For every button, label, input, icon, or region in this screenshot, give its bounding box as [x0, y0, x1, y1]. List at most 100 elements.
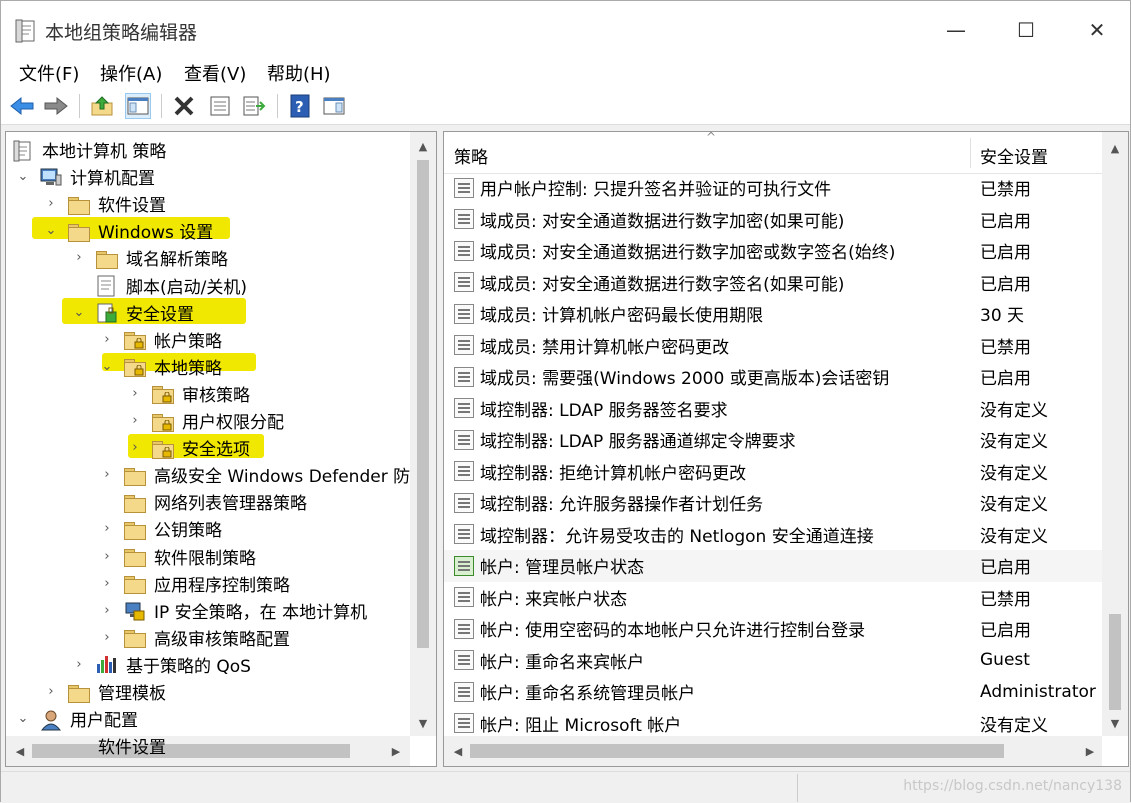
- chevron-down-icon[interactable]: ⌄: [16, 169, 30, 184]
- chevron-down-icon[interactable]: ⌄: [72, 305, 86, 320]
- tree-item[interactable]: › 用户权限分配: [128, 407, 284, 434]
- policy-row[interactable]: 域成员: 对安全通道数据进行数字签名(如果可能) 已启用: [444, 267, 1104, 299]
- policy-setting-icon: [454, 240, 474, 261]
- chevron-down-icon[interactable]: ⌄: [100, 359, 114, 374]
- properties-button[interactable]: [207, 93, 233, 119]
- policy-row[interactable]: 域成员: 对安全通道数据进行数字加密(如果可能) 已启用: [444, 204, 1104, 236]
- tree-item[interactable]: › 高级审核策略配置: [100, 624, 290, 651]
- chevron-right-icon[interactable]: ›: [100, 332, 114, 347]
- policy-row[interactable]: 域成员: 计算机帐户密码最长使用期限 30 天: [444, 298, 1104, 330]
- show-hide-action-pane-button[interactable]: [321, 93, 347, 119]
- tree-item[interactable]: › 高级安全 Windows Defender 防: [100, 461, 410, 488]
- chevron-right-icon[interactable]: ›: [72, 250, 86, 265]
- list-vertical-scrollbar[interactable]: ▲ ▼: [1102, 132, 1128, 736]
- chevron-right-icon[interactable]: ›: [100, 549, 114, 564]
- scroll-up-icon[interactable]: ▲: [415, 138, 431, 154]
- delete-button[interactable]: [171, 93, 197, 119]
- tree-vscroll-thumb[interactable]: [417, 160, 429, 648]
- tree-item[interactable]: › 域名解析策略: [72, 244, 228, 271]
- chevron-right-icon[interactable]: ›: [100, 603, 114, 618]
- back-button[interactable]: [9, 93, 35, 119]
- menu-view[interactable]: 查看(V): [184, 60, 246, 86]
- policy-row[interactable]: 域成员: 需要强(Windows 2000 或更高版本)会话密钥 已启用: [444, 361, 1104, 393]
- tree-item[interactable]: ⌄ 安全设置: [72, 299, 194, 326]
- minimize-button[interactable]: —: [933, 13, 979, 47]
- scroll-right-icon[interactable]: ▶: [388, 743, 404, 759]
- menu-action[interactable]: 操作(A): [100, 60, 162, 86]
- policy-setting-icon: [454, 492, 474, 513]
- scroll-up-icon[interactable]: ▲: [1107, 140, 1123, 156]
- policy-row[interactable]: 帐户: 重命名系统管理员帐户 Administrator: [444, 676, 1104, 708]
- tree-item[interactable]: › 安全选项: [128, 434, 250, 461]
- policy-row[interactable]: 域控制器: LDAP 服务器通道绑定令牌要求 没有定义: [444, 424, 1104, 456]
- policy-setting-icon: [454, 398, 474, 419]
- policy-setting-icon: [454, 461, 474, 482]
- list-hscroll-thumb[interactable]: [470, 744, 1004, 758]
- tree-item[interactable]: ⌄ 计算机配置: [16, 163, 155, 190]
- column-header-security-setting[interactable]: 安全设置: [980, 143, 1048, 168]
- chevron-right-icon[interactable]: ›: [72, 657, 86, 672]
- chevron-right-icon[interactable]: ›: [44, 196, 58, 211]
- policy-setting-icon: [454, 429, 474, 450]
- chevron-right-icon[interactable]: ›: [100, 576, 114, 591]
- tree-item[interactable]: › 应用程序控制策略: [100, 570, 290, 597]
- policy-row[interactable]: 帐户: 来宾帐户状态 已禁用: [444, 582, 1104, 614]
- chevron-right-icon[interactable]: ›: [128, 413, 142, 428]
- tree-item[interactable]: › 管理模板: [44, 678, 166, 705]
- tree-item[interactable]: 脚本(启动/关机): [72, 272, 247, 299]
- folder-icon: [96, 249, 118, 269]
- show-hide-tree-button[interactable]: [125, 93, 151, 119]
- tree-horizontal-scrollbar[interactable]: ◀ ▶: [6, 736, 410, 766]
- menu-file[interactable]: 文件(F): [19, 60, 79, 86]
- tree-item[interactable]: › 软件设置: [44, 190, 166, 217]
- column-header-policy[interactable]: 策略: [454, 143, 488, 168]
- list-vscroll-thumb[interactable]: [1109, 614, 1121, 710]
- policy-row[interactable]: 帐户: 管理员帐户状态 已启用: [444, 550, 1104, 582]
- tree-item[interactable]: 网络列表管理器策略: [100, 488, 307, 515]
- policy-row[interactable]: 域控制器: 拒绝计算机帐户密码更改 没有定义: [444, 456, 1104, 488]
- policy-row[interactable]: 域控制器: LDAP 服务器签名要求 没有定义: [444, 393, 1104, 425]
- scroll-left-icon[interactable]: ◀: [450, 743, 466, 759]
- tree-item[interactable]: ⌄ 本地策略: [100, 353, 222, 380]
- list-horizontal-scrollbar[interactable]: ◀ ▶: [444, 736, 1102, 766]
- tree-item[interactable]: › 审核策略: [128, 380, 250, 407]
- export-list-button[interactable]: [241, 93, 267, 119]
- chevron-right-icon[interactable]: ›: [128, 440, 142, 455]
- policy-row[interactable]: 用户帐户控制: 只提升签名并验证的可执行文件 已禁用: [444, 172, 1104, 204]
- chevron-down-icon[interactable]: ⌄: [16, 711, 30, 726]
- chevron-right-icon[interactable]: ›: [100, 467, 114, 482]
- up-one-level-button[interactable]: [89, 93, 115, 119]
- tree-item[interactable]: › 软件限制策略: [100, 543, 256, 570]
- chevron-down-icon[interactable]: ⌄: [44, 223, 58, 238]
- tree-item[interactable]: › 帐户策略: [100, 326, 222, 353]
- chevron-right-icon[interactable]: ›: [100, 521, 114, 536]
- policy-row[interactable]: 帐户: 阻止 Microsoft 帐户 没有定义: [444, 708, 1104, 740]
- policy-row[interactable]: 域控制器：允许易受攻击的 Netlogon 安全通道连接 没有定义: [444, 519, 1104, 551]
- tree-vertical-scrollbar[interactable]: ▲ ▼: [410, 132, 436, 736]
- chevron-right-icon[interactable]: ›: [100, 630, 114, 645]
- scroll-down-icon[interactable]: ▼: [415, 715, 431, 731]
- tree-item[interactable]: › IP 安全策略，在 本地计算机: [100, 597, 367, 624]
- maximize-button[interactable]: ☐: [1003, 13, 1049, 47]
- tree-item[interactable]: ⌄ 用户配置: [16, 705, 138, 732]
- scroll-right-icon[interactable]: ▶: [1082, 743, 1098, 759]
- scroll-left-icon[interactable]: ◀: [12, 743, 28, 759]
- tree-item[interactable]: ⌄ Windows 设置: [44, 217, 214, 244]
- forward-button[interactable]: [43, 93, 69, 119]
- policy-row[interactable]: 域控制器: 允许服务器操作者计划任务 没有定义: [444, 487, 1104, 519]
- tree-hscroll-thumb[interactable]: [32, 744, 350, 758]
- tree-item[interactable]: › 基于策略的 QoS: [72, 651, 251, 678]
- policy-row[interactable]: 域成员: 禁用计算机帐户密码更改 已禁用: [444, 330, 1104, 362]
- menu-help[interactable]: 帮助(H): [267, 60, 331, 86]
- chevron-right-icon[interactable]: ›: [44, 684, 58, 699]
- policy-name: 帐户: 使用空密码的本地帐户只允许进行控制台登录: [480, 621, 866, 642]
- tree-item[interactable]: › 公钥策略: [100, 515, 222, 542]
- policy-row[interactable]: 域成员: 对安全通道数据进行数字加密或数字签名(始终) 已启用: [444, 235, 1104, 267]
- close-button[interactable]: ✕: [1074, 13, 1120, 47]
- tree-item[interactable]: 本地计算机 策略: [12, 136, 166, 163]
- policy-row[interactable]: 帐户: 使用空密码的本地帐户只允许进行控制台登录 已启用: [444, 613, 1104, 645]
- scroll-down-icon[interactable]: ▼: [1107, 715, 1123, 731]
- policy-row[interactable]: 帐户: 重命名来宾帐户 Guest: [444, 645, 1104, 677]
- help-button[interactable]: ?: [287, 93, 313, 119]
- chevron-right-icon[interactable]: ›: [128, 386, 142, 401]
